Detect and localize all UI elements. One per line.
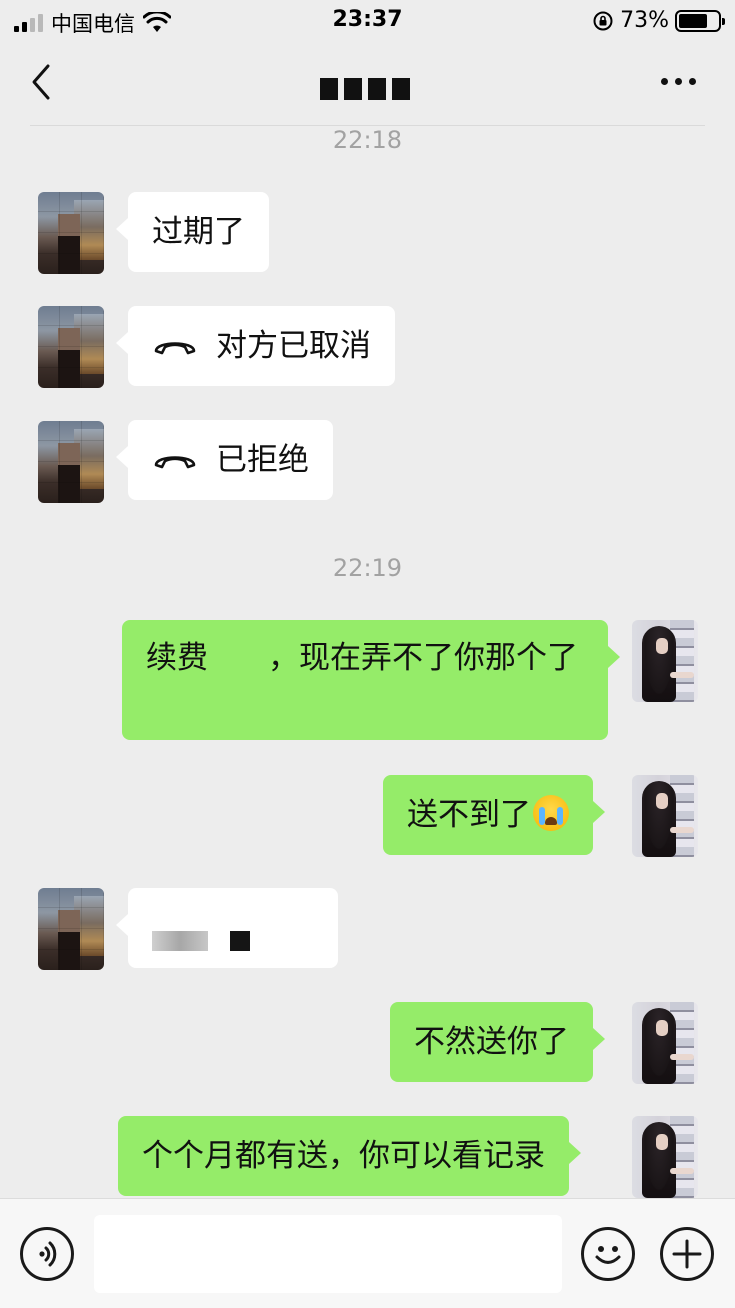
my-avatar[interactable] (632, 1116, 698, 1198)
my-avatar[interactable] (632, 775, 698, 857)
message-bubble-sent[interactable]: 个个月都有送，你可以看记录 (118, 1116, 581, 1196)
voice-button[interactable] (20, 1227, 74, 1281)
nav-bar (0, 40, 735, 126)
contact-avatar[interactable] (38, 888, 104, 970)
plus-icon (672, 1239, 702, 1269)
voice-icon (39, 1241, 57, 1267)
redacted-text (152, 930, 208, 951)
message-text: 个个月都有送，你可以看记录 (142, 1138, 545, 1174)
call-declined-bubble[interactable]: 已拒绝 (116, 420, 333, 500)
battery-percent: 73% (620, 8, 669, 33)
status-bar: 中国电信 23:37 73% (0, 0, 735, 40)
phone-hangup-icon (152, 439, 198, 481)
emoji-button[interactable] (581, 1227, 635, 1281)
contact-avatar[interactable] (38, 421, 104, 503)
my-avatar[interactable] (632, 1002, 698, 1084)
message-text: 对方已取消 (216, 328, 371, 364)
message-bubble-sent[interactable]: 不然送你了 (390, 1002, 605, 1082)
message-text: 过期了 (152, 214, 245, 250)
redacted-text (208, 644, 268, 675)
message-text: ，现在弄不了你那个了 (268, 640, 578, 676)
message-text: 已拒绝 (216, 442, 309, 478)
redacted-contact-name (319, 77, 416, 100)
message-bubble-received[interactable]: 过期了 (116, 192, 269, 272)
message-bubble-sent[interactable]: 续费 ，现在弄不了你那个了 (122, 620, 620, 740)
contact-avatar[interactable] (38, 306, 104, 388)
more-icon[interactable] (661, 78, 697, 88)
status-right: 73% (592, 8, 725, 33)
chat-title (0, 68, 735, 103)
crying-face-icon (533, 795, 569, 831)
message-text: 续费 (146, 640, 208, 676)
battery-fill (679, 13, 707, 28)
timestamp: 22:19 (332, 554, 403, 582)
timestamp: 22:18 (332, 126, 403, 154)
emoji-icon (595, 1246, 621, 1264)
message-bubble-sent[interactable]: 送不到了 (383, 775, 605, 855)
my-avatar[interactable] (632, 620, 698, 702)
battery-icon (675, 9, 725, 32)
phone-hangup-icon (152, 325, 198, 367)
redacted-text (230, 930, 250, 951)
rotation-lock-icon (593, 11, 613, 30)
message-text: 不然送你了 (414, 1024, 569, 1060)
call-cancelled-bubble[interactable]: 对方已取消 (116, 306, 395, 386)
message-input[interactable] (94, 1215, 562, 1293)
message-text: 送不到了 (407, 797, 531, 833)
contact-avatar[interactable] (38, 192, 104, 274)
message-bubble-received[interactable] (116, 888, 338, 968)
input-bar (0, 1198, 735, 1308)
chat-area[interactable]: 22:18 过期了 对方已取消 已拒绝 22:19 续费 ，现在弄不了你那个了 (0, 126, 735, 1198)
more-functions-button[interactable] (660, 1227, 714, 1281)
